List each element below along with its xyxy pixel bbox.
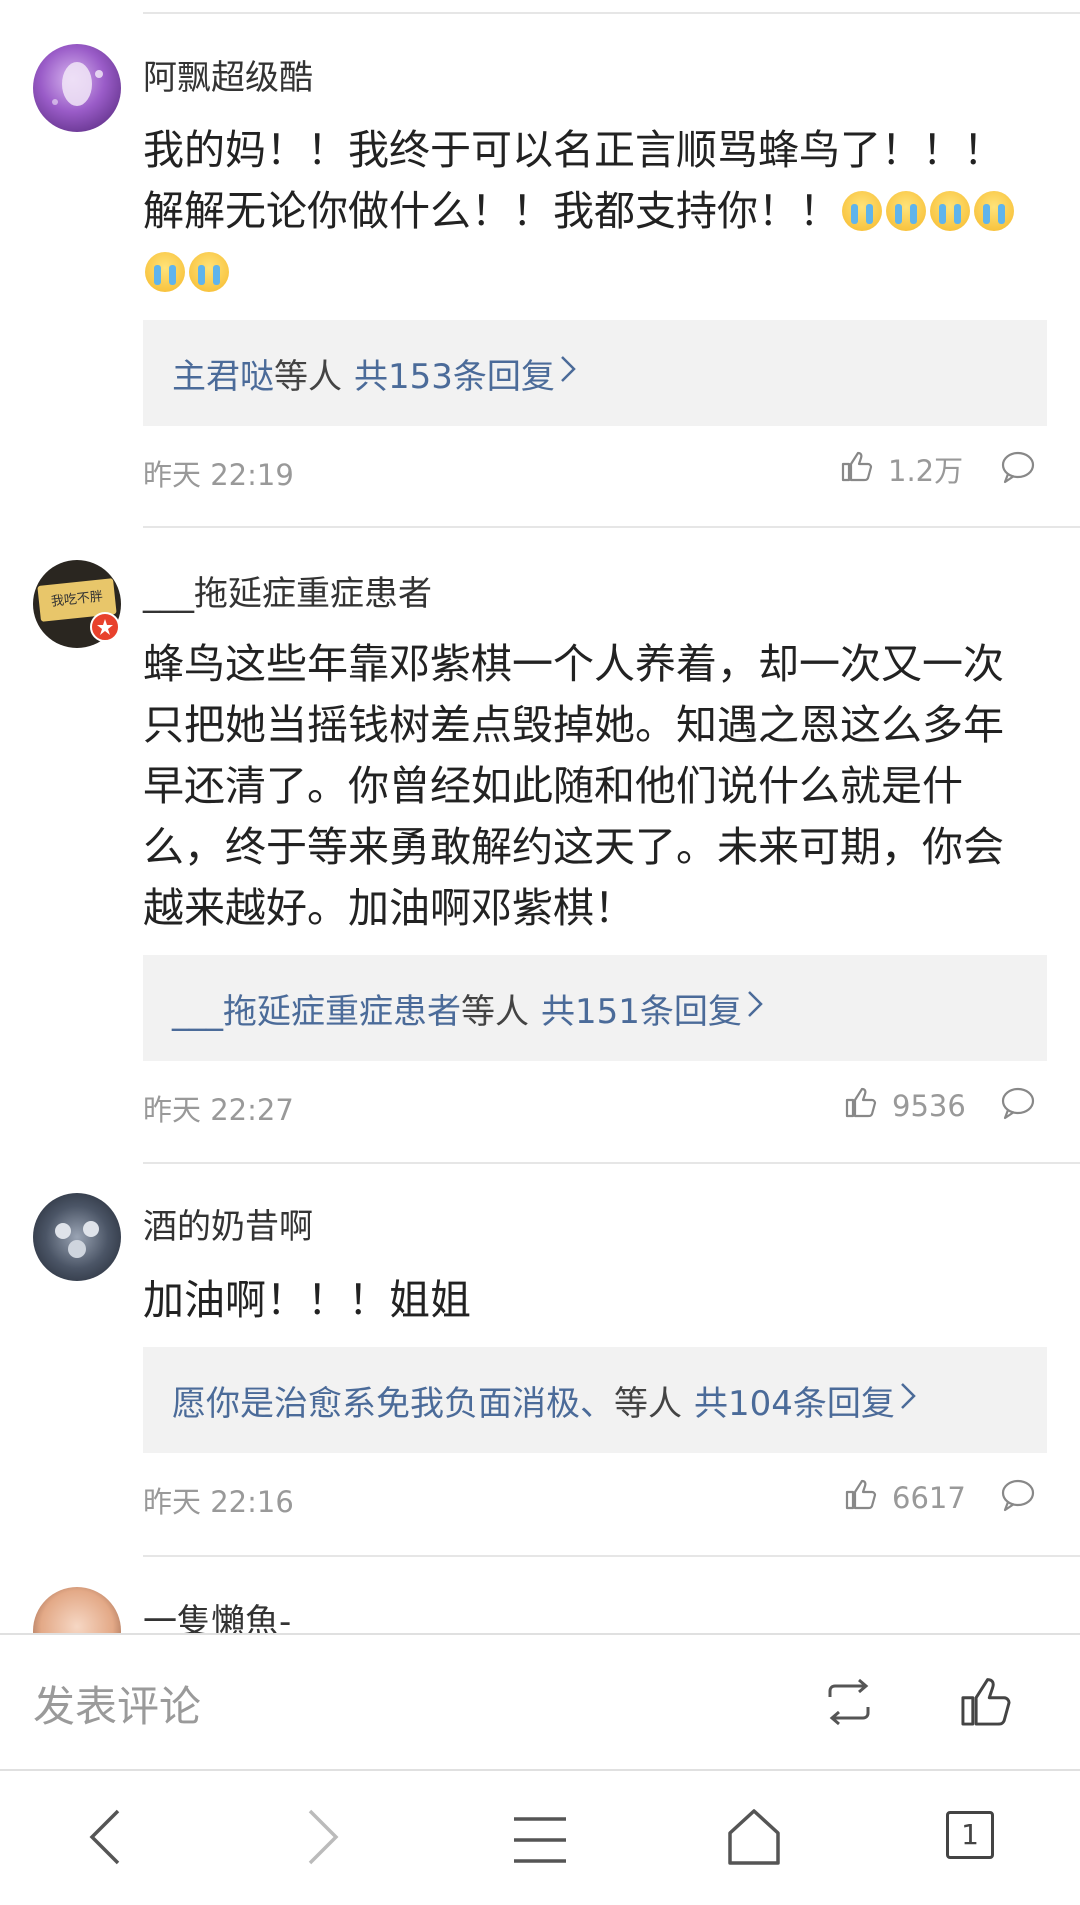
- home-icon: [726, 1809, 782, 1871]
- like-button[interactable]: 9536: [844, 1085, 966, 1126]
- comment-text: 我的妈！！我终于可以名正言顺骂蜂鸟了！！！解解无论你做什么！！我都支持你！！: [143, 120, 1033, 303]
- comment-username[interactable]: ___拖延症重症患者: [143, 566, 432, 615]
- comment-bubble-icon[interactable]: [1000, 1086, 1036, 1124]
- crying-emoji: [842, 191, 882, 231]
- chevron-right-icon: [746, 988, 764, 1028]
- browser-nav-bar: 1: [0, 1771, 1080, 1905]
- crying-emoji: [930, 191, 970, 231]
- divider: [143, 1162, 1080, 1164]
- thumbs-up-icon: [958, 1678, 1014, 1733]
- reply-suffix: 等人: [614, 1383, 682, 1424]
- comment-input[interactable]: 发表评论: [33, 1673, 201, 1734]
- reply-count[interactable]: 共151条回复: [541, 984, 742, 1033]
- reply-users[interactable]: ___拖延症重症患者: [172, 984, 461, 1033]
- like-post-button[interactable]: [958, 1673, 1014, 1733]
- chevron-right-icon: [899, 1380, 917, 1420]
- menu-icon: [512, 1817, 568, 1869]
- repost-icon: [822, 1678, 876, 1731]
- divider: [143, 1555, 1080, 1557]
- verified-badge-icon: [90, 612, 120, 642]
- comment-text: 加油啊！！！姐姐: [143, 1276, 471, 1324]
- comment-feed: 阿飘超级酷 我的妈！！我终于可以名正言顺骂蜂鸟了！！！解解无论你做什么！！我都支…: [0, 0, 1080, 1633]
- reply-count[interactable]: 共104条回复: [694, 1376, 895, 1425]
- reply-suffix: 等人: [461, 991, 529, 1032]
- reply-count[interactable]: 共153条回复: [354, 349, 555, 398]
- divider: [143, 526, 1080, 528]
- crying-emoji: [189, 252, 229, 292]
- divider: [143, 12, 1080, 14]
- forward-button[interactable]: [300, 1807, 344, 1871]
- comment-username[interactable]: 酒的奶昔啊: [143, 1199, 313, 1248]
- crying-emoji: [974, 191, 1014, 231]
- like-button[interactable]: 1.2万: [840, 448, 963, 490]
- reply-summary[interactable]: 主君哒 等人 共153条回复: [143, 320, 1047, 426]
- crying-emoji: [145, 252, 185, 292]
- comment-bubble-icon[interactable]: [1000, 450, 1036, 488]
- home-button[interactable]: [726, 1807, 782, 1871]
- comment-input-bar: 发表评论: [0, 1633, 1080, 1771]
- comment-time: 昨天 22:27: [143, 1093, 294, 1127]
- comment-username[interactable]: 阿飘超级酷: [143, 50, 313, 99]
- crying-emoji: [886, 191, 926, 231]
- avatar[interactable]: [33, 1193, 121, 1281]
- back-button[interactable]: [84, 1807, 128, 1871]
- like-count: 6617: [892, 1480, 966, 1515]
- back-arrow-icon: [84, 1809, 128, 1871]
- comment-time: 昨天 22:19: [143, 458, 294, 492]
- comment-bubble-icon[interactable]: [1000, 1478, 1036, 1516]
- like-button[interactable]: 6617: [844, 1477, 966, 1518]
- thumbs-up-icon: [840, 449, 888, 490]
- reply-summary[interactable]: 愿你是治愈系免我负面消极、 等人 共104条回复: [143, 1347, 1047, 1453]
- thumbs-up-icon: [844, 1085, 892, 1126]
- comment-username[interactable]: 一隻懶魚-: [143, 1594, 291, 1633]
- reply-suffix: 等人: [274, 356, 342, 397]
- forward-arrow-icon: [300, 1809, 344, 1871]
- avatar[interactable]: [33, 1587, 121, 1633]
- comment-time: 昨天 22:16: [143, 1485, 294, 1519]
- menu-button[interactable]: [512, 1815, 568, 1869]
- comment-text: 蜂鸟这些年靠邓紫棋一个人养着，却一次又一次只把她当摇钱树差点毁掉她。知遇之恩这么…: [143, 640, 1004, 932]
- chevron-right-icon: [559, 353, 577, 393]
- like-count: 1.2万: [888, 454, 964, 488]
- reply-users[interactable]: 愿你是治愈系免我负面消极、: [172, 1376, 614, 1425]
- reply-summary[interactable]: ___拖延症重症患者 等人 共151条回复: [143, 955, 1047, 1061]
- avatar[interactable]: [33, 44, 121, 132]
- repost-button[interactable]: [822, 1677, 876, 1731]
- reply-users[interactable]: 主君哒: [172, 349, 274, 398]
- tabs-button[interactable]: 1: [946, 1811, 994, 1859]
- like-count: 9536: [892, 1088, 966, 1123]
- thumbs-up-icon: [844, 1477, 892, 1518]
